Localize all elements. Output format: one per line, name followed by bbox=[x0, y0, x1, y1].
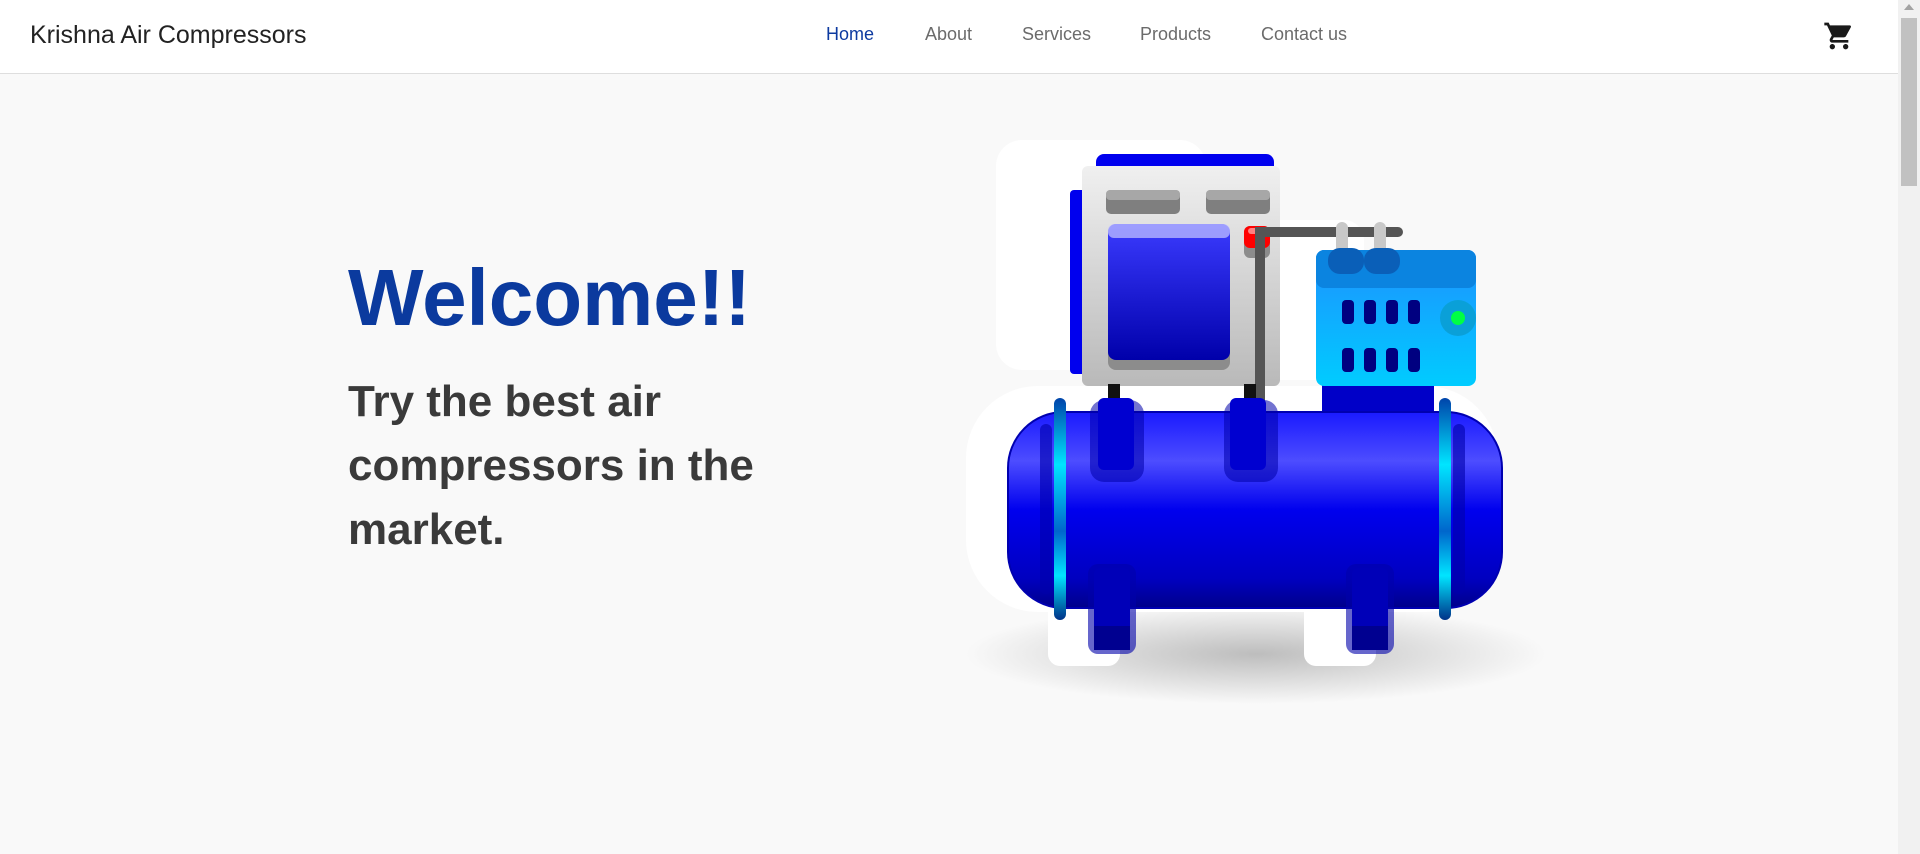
nav-item-home: Home bbox=[826, 24, 925, 45]
scroll-up-arrow-icon[interactable] bbox=[1904, 4, 1914, 10]
nav-link-home[interactable]: Home bbox=[826, 24, 925, 45]
hero-subtitle: Try the best air compressors in the mark… bbox=[348, 377, 754, 554]
nav-link-contact[interactable]: Contact us bbox=[1261, 24, 1347, 45]
shopping-cart-icon[interactable] bbox=[1823, 20, 1855, 52]
nav-item-contact: Contact us bbox=[1261, 24, 1347, 45]
hero-text: Welcome!! Try the best air compressors i… bbox=[348, 248, 768, 562]
scrollbar-thumb[interactable] bbox=[1901, 18, 1917, 186]
brand-logo[interactable]: Krishna Air Compressors bbox=[30, 21, 306, 50]
hero-title: Welcome!! bbox=[348, 253, 752, 342]
page-scrollbar[interactable] bbox=[1898, 0, 1920, 854]
nav-link-services[interactable]: Services bbox=[1022, 24, 1140, 45]
nav-links: Home About Services Products Contact us bbox=[826, 24, 1347, 45]
nav-item-services: Services bbox=[1022, 24, 1140, 45]
air-compressor-illustration bbox=[966, 134, 1546, 704]
navbar: Krishna Air Compressors Home About Servi… bbox=[0, 0, 1898, 74]
nav-link-about[interactable]: About bbox=[925, 24, 1022, 45]
nav-link-products[interactable]: Products bbox=[1140, 24, 1261, 45]
nav-item-products: Products bbox=[1140, 24, 1261, 45]
nav-item-about: About bbox=[925, 24, 1022, 45]
